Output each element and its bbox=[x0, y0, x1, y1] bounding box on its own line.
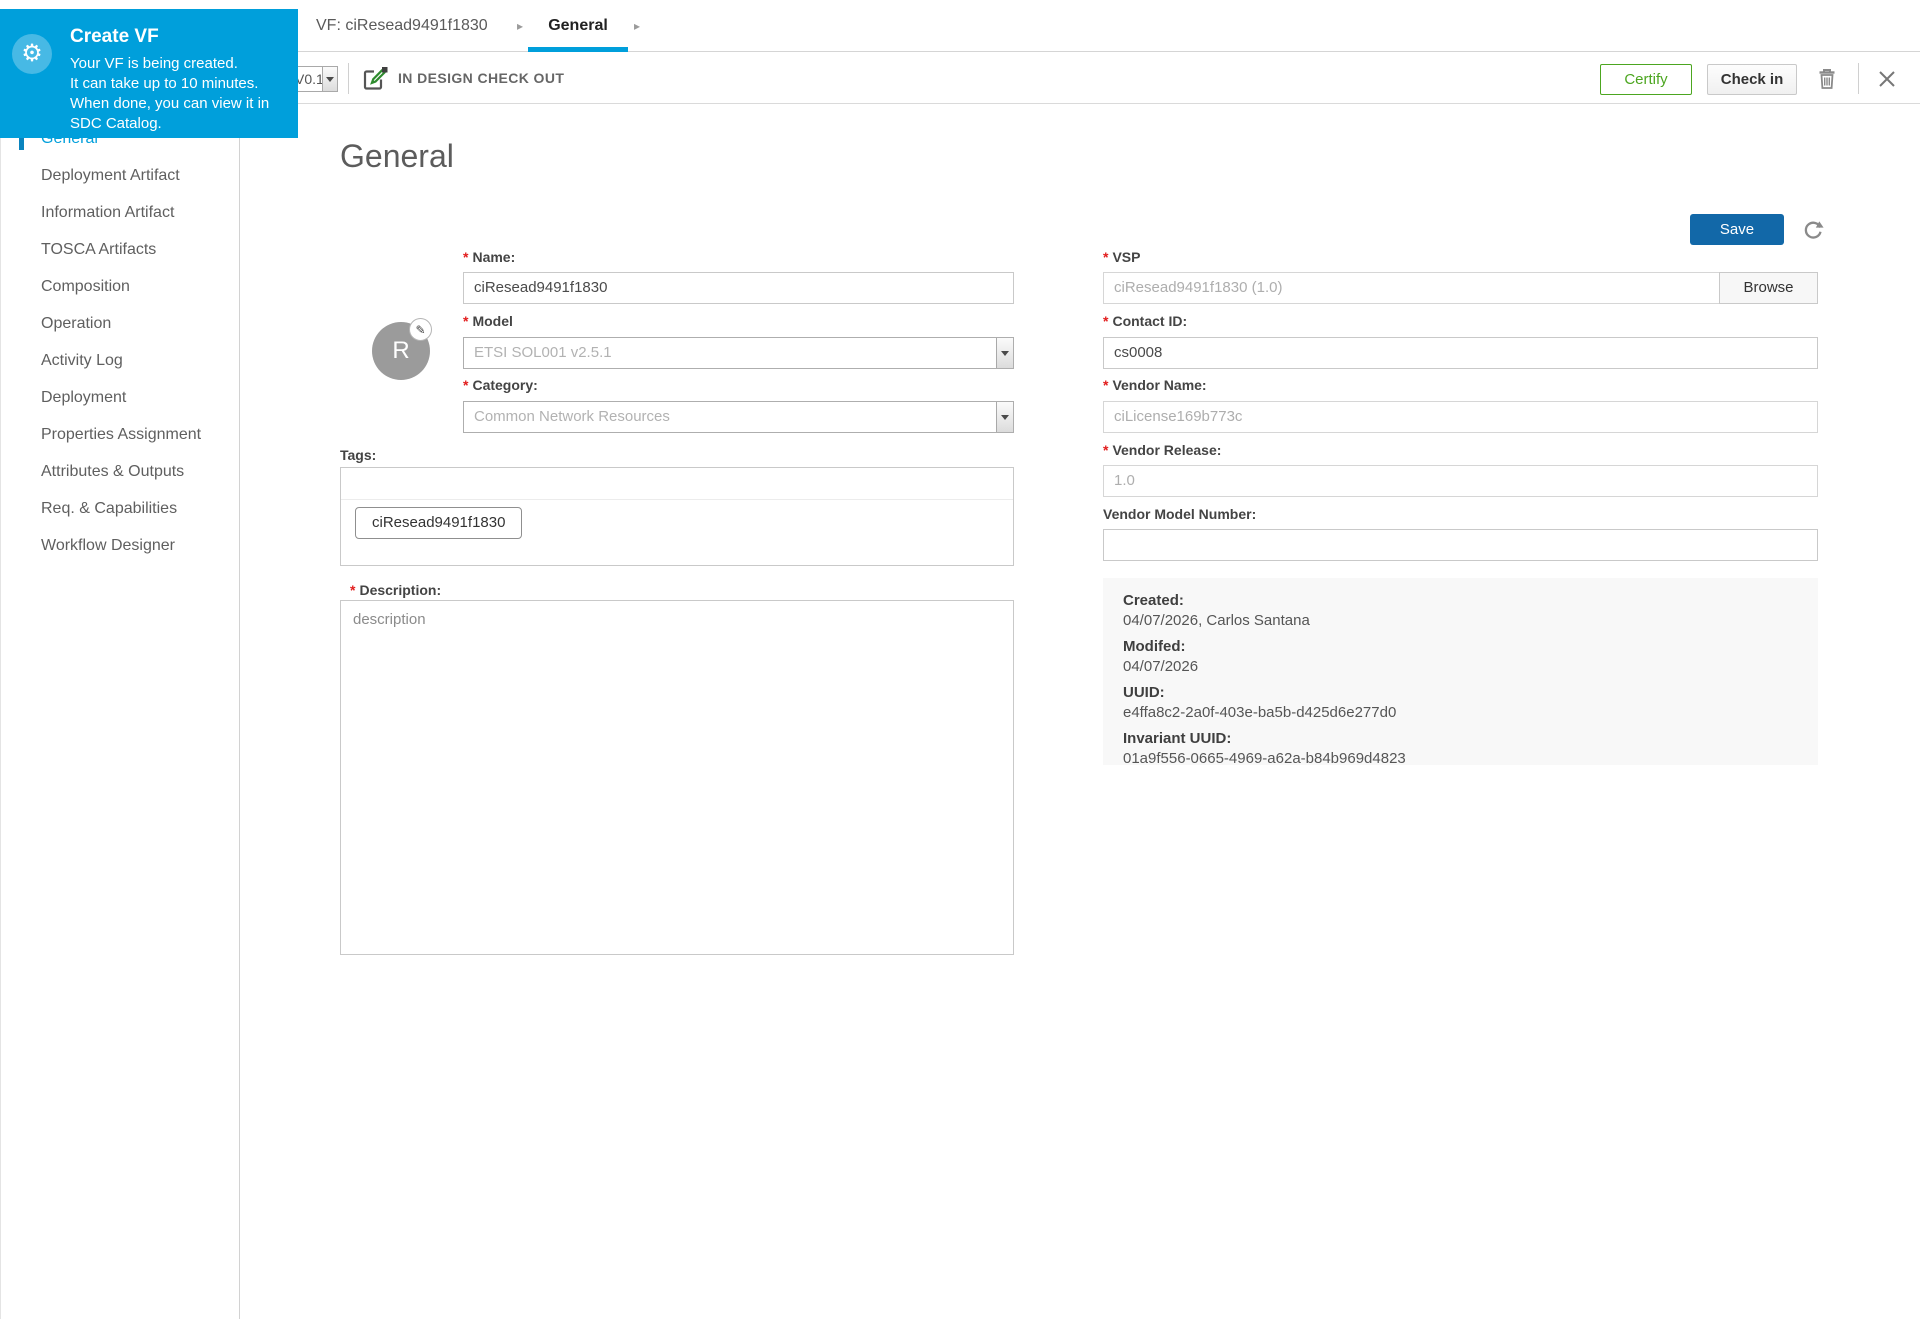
sidebar-item-properties-assignment[interactable]: Properties Assignment bbox=[1, 418, 239, 452]
vendor-name-label: *Vendor Name: bbox=[1103, 377, 1207, 393]
browse-button[interactable]: Browse bbox=[1719, 272, 1818, 304]
sdc-vf-general-page: VF: ciResead9491f1830 ▸ General ▸ V0.1 I… bbox=[0, 0, 1920, 1319]
sidebar-item-tosca-artifacts[interactable]: TOSCA Artifacts bbox=[1, 233, 239, 267]
select-arrow-icon bbox=[322, 67, 337, 91]
invariant-uuid-label: Invariant UUID: bbox=[1123, 729, 1818, 749]
delete-trash-icon[interactable] bbox=[1816, 67, 1838, 90]
invariant-uuid-value: 01a9f556-0665-4969-a62a-b84b969d4823 bbox=[1123, 749, 1818, 769]
modified-label: Modifed: bbox=[1123, 637, 1818, 657]
model-label: *Model bbox=[463, 313, 513, 329]
refresh-icon[interactable] bbox=[1801, 217, 1825, 241]
toast-title: Create VF bbox=[70, 26, 159, 48]
breadcrumb[interactable]: VF: ciResead9491f1830 bbox=[316, 0, 488, 52]
uuid-value: e4ffa8c2-2a0f-403e-ba5b-d425d6e277d0 bbox=[1123, 703, 1818, 723]
tags-box: ciResead9491f1830 bbox=[340, 467, 1014, 566]
sidebar-nav: General Deployment Artifact Information … bbox=[0, 104, 240, 1319]
select-arrow-icon bbox=[996, 338, 1013, 368]
avatar-edit-icon[interactable]: ✎ bbox=[409, 318, 432, 341]
sidebar-item-activity-log[interactable]: Activity Log bbox=[1, 344, 239, 378]
tab-active-underline bbox=[528, 47, 628, 52]
name-label: *Name: bbox=[463, 249, 515, 265]
certify-button[interactable]: Certify bbox=[1600, 64, 1692, 95]
vendor-release-label: *Vendor Release: bbox=[1103, 442, 1221, 458]
sidebar-item-workflow-designer[interactable]: Workflow Designer bbox=[1, 529, 239, 563]
close-icon[interactable] bbox=[1878, 70, 1896, 88]
contact-id-input[interactable]: cs0008 bbox=[1103, 337, 1818, 369]
vendor-release-input: 1.0 bbox=[1103, 465, 1818, 497]
contact-id-label: *Contact ID: bbox=[1103, 313, 1187, 329]
checkout-pencil-icon bbox=[361, 66, 389, 92]
tab-general-label: General bbox=[548, 17, 608, 34]
save-button[interactable]: Save bbox=[1690, 214, 1784, 245]
lifecycle-state-label: IN DESIGN CHECK OUT bbox=[398, 53, 564, 104]
uuid-label: UUID: bbox=[1123, 683, 1818, 703]
tags-input[interactable] bbox=[341, 468, 1013, 500]
model-select: ETSI SOL001 v2.5.1 bbox=[463, 337, 1014, 369]
vendor-model-number-label: Vendor Model Number: bbox=[1103, 506, 1256, 522]
toolbar-divider bbox=[348, 63, 349, 94]
toast-message: Your VF is being created. It can take up… bbox=[70, 54, 269, 134]
chevron-right-icon: ▸ bbox=[517, 0, 523, 52]
gear-icon: ⚙ bbox=[12, 34, 52, 74]
category-label: *Category: bbox=[463, 377, 538, 393]
check-in-button[interactable]: Check in bbox=[1707, 64, 1797, 95]
metadata-panel: Created: 04/07/2026, Carlos Santana Modi… bbox=[1103, 578, 1818, 765]
modified-value: 04/07/2026 bbox=[1123, 657, 1818, 677]
tag-chip: ciResead9491f1830 bbox=[355, 507, 522, 539]
tags-label: Tags: bbox=[340, 447, 376, 463]
select-arrow-icon bbox=[996, 402, 1013, 432]
created-value: 04/07/2026, Carlos Santana bbox=[1123, 611, 1818, 631]
created-label: Created: bbox=[1123, 591, 1818, 611]
description-textarea[interactable]: description bbox=[340, 600, 1014, 955]
name-input[interactable]: ciResead9491f1830 bbox=[463, 272, 1014, 304]
sidebar-item-req-capabilities[interactable]: Req. & Capabilities bbox=[1, 492, 239, 526]
sidebar-item-deployment[interactable]: Deployment bbox=[1, 381, 239, 415]
toolbar-divider bbox=[1858, 63, 1859, 94]
page-title: General bbox=[340, 138, 454, 175]
create-vf-toast: ⚙ Create VF Your VF is being created. It… bbox=[0, 9, 298, 138]
vsp-label: *VSP bbox=[1103, 249, 1140, 265]
vendor-name-input: ciLicense169b773c bbox=[1103, 401, 1818, 433]
category-select: Common Network Resources bbox=[463, 401, 1014, 433]
sidebar-item-operation[interactable]: Operation bbox=[1, 307, 239, 341]
vendor-model-number-input[interactable] bbox=[1103, 529, 1818, 561]
sidebar-item-information-artifact[interactable]: Information Artifact bbox=[1, 196, 239, 230]
sidebar-item-attributes-outputs[interactable]: Attributes & Outputs bbox=[1, 455, 239, 489]
tab-general[interactable]: General bbox=[528, 0, 628, 52]
chevron-right-icon: ▸ bbox=[634, 0, 640, 52]
description-label: *Description: bbox=[350, 582, 441, 598]
sidebar-item-deployment-artifact[interactable]: Deployment Artifact bbox=[1, 159, 239, 193]
sidebar-item-composition[interactable]: Composition bbox=[1, 270, 239, 304]
vsp-input: ciResead9491f1830 (1.0) bbox=[1103, 272, 1720, 304]
